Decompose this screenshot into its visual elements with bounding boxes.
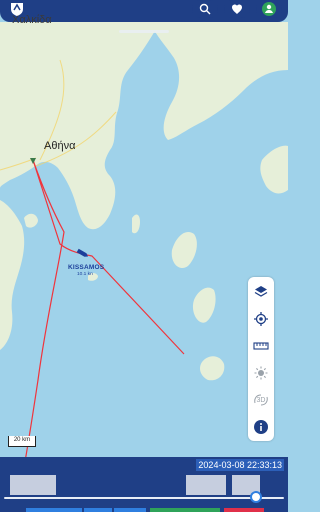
timeline-slider-track[interactable]: [4, 497, 284, 499]
info-icon: [254, 420, 268, 434]
locate-button[interactable]: [248, 306, 274, 332]
bottom-tab-5[interactable]: [224, 508, 264, 512]
timeline-timestamp: 2024-03-08 22:33:13: [196, 459, 284, 471]
bottom-tab-2[interactable]: [84, 508, 112, 512]
measure-button[interactable]: [248, 333, 274, 359]
vessel-name-label[interactable]: KISSAMOS: [68, 264, 104, 271]
place-label-top: Χαλκίδα: [12, 14, 52, 26]
daylight-button[interactable]: [248, 360, 274, 386]
view3d-button[interactable]: 3D: [248, 387, 274, 413]
bottom-tab-3[interactable]: [114, 508, 146, 512]
layers-button[interactable]: [248, 279, 274, 305]
favorites-button[interactable]: [224, 0, 250, 18]
timeline-segment: [10, 475, 56, 495]
layers-icon: [254, 286, 268, 297]
map-canvas[interactable]: [0, 0, 288, 512]
drag-handle[interactable]: [119, 30, 169, 33]
sun-icon: [254, 366, 268, 380]
heart-icon: [232, 4, 242, 14]
timeline-slider-handle[interactable]: [250, 491, 262, 503]
map-scale: 20 km: [8, 436, 36, 447]
ruler-icon: [253, 342, 269, 350]
search-button[interactable]: [192, 0, 218, 18]
city-label: Αθήνα: [44, 140, 76, 152]
vessel-speed-label: 10.1 kn: [77, 272, 93, 277]
map-toolbar: 3D: [248, 277, 274, 441]
search-icon: [199, 3, 211, 15]
info-button[interactable]: [248, 414, 274, 440]
user-icon: [262, 2, 276, 16]
user-button[interactable]: [256, 0, 282, 18]
view3d-label: 3D: [256, 396, 266, 404]
bottom-tab-4[interactable]: [150, 508, 220, 512]
bottom-tab-1[interactable]: [26, 508, 82, 512]
timeline-segment: [186, 475, 226, 495]
locate-icon: [254, 312, 268, 326]
